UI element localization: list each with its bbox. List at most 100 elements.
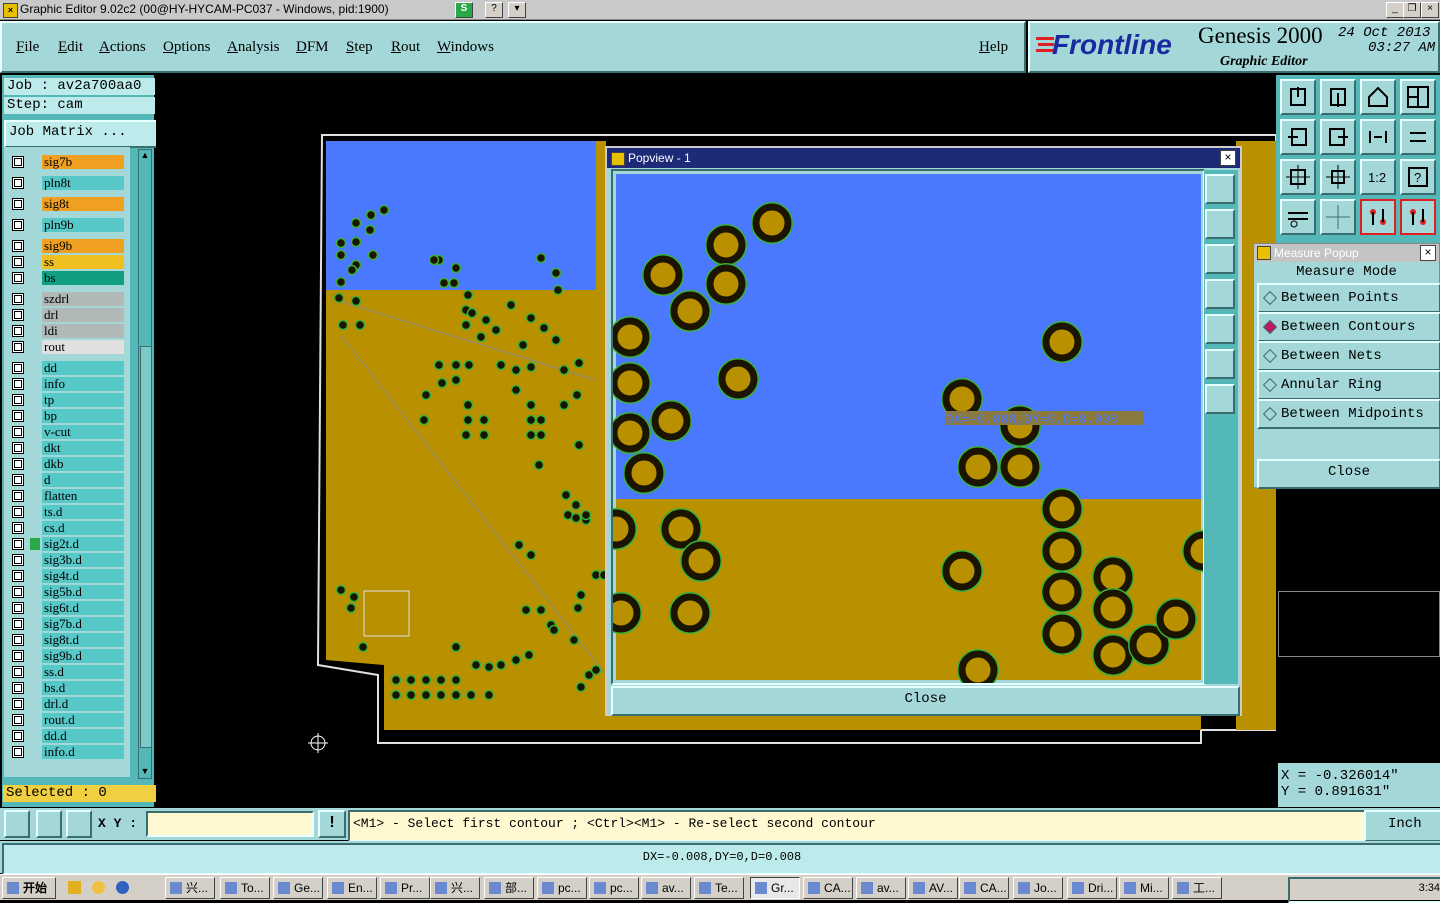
layer-name[interactable]: sig8t	[42, 197, 124, 211]
popview-fit-icon[interactable]	[1205, 349, 1235, 379]
layer-checkbox[interactable]	[12, 682, 24, 694]
layer-checkbox[interactable]	[12, 293, 24, 305]
popview-left-icon[interactable]	[1205, 279, 1235, 309]
layer-checkbox[interactable]	[12, 554, 24, 566]
layer-affected-marker[interactable]	[30, 272, 40, 284]
measure-tool-icon[interactable]	[4, 810, 30, 838]
layer-affected-marker[interactable]	[30, 666, 40, 678]
taskbar-button[interactable]: CA...	[803, 877, 853, 899]
layer-row[interactable]: sig7b	[10, 155, 128, 169]
layer-affected-marker[interactable]	[30, 634, 40, 646]
layer-checkbox[interactable]	[12, 272, 24, 284]
zoom-fit-icon[interactable]	[1280, 159, 1316, 195]
layer-row[interactable]: sig9b	[10, 239, 128, 253]
layer-affected-marker[interactable]	[30, 198, 40, 210]
layer-affected-marker[interactable]	[30, 177, 40, 189]
layer-row[interactable]: drl	[10, 308, 128, 322]
layer-checkbox[interactable]	[12, 602, 24, 614]
zoom-center-icon[interactable]	[1320, 159, 1356, 195]
layer-affected-marker[interactable]	[30, 156, 40, 168]
layer-row[interactable]: ldi	[10, 324, 128, 338]
layer-row[interactable]: dd	[10, 361, 128, 375]
layer-name[interactable]: sig5b.d	[42, 585, 124, 599]
layer-row[interactable]: info	[10, 377, 128, 391]
layer-affected-marker[interactable]	[30, 293, 40, 305]
layer-checkbox[interactable]	[12, 378, 24, 390]
zoom-home-icon[interactable]	[1280, 79, 1316, 115]
close-window-button[interactable]: ×	[1421, 2, 1439, 18]
taskbar-button[interactable]: av...	[856, 877, 906, 899]
layer-name[interactable]: drl	[42, 308, 124, 322]
layer-row[interactable]: sig7b.d	[10, 617, 128, 631]
layer-name[interactable]: pln9b	[42, 218, 124, 232]
layer-checkbox[interactable]	[12, 198, 24, 210]
layer-name[interactable]: dkt	[42, 441, 124, 455]
layer-affected-marker[interactable]	[30, 650, 40, 662]
layer-name[interactable]: sig6t.d	[42, 601, 124, 615]
layer-row[interactable]: sig4t.d	[10, 569, 128, 583]
layer-affected-marker[interactable]	[30, 474, 40, 486]
minimap-panel[interactable]	[1278, 591, 1440, 657]
layer-affected-marker[interactable]	[30, 256, 40, 268]
scrollbar-thumb[interactable]	[140, 346, 152, 748]
layer-checkbox[interactable]	[12, 325, 24, 337]
layer-affected-marker[interactable]	[30, 426, 40, 438]
layer-affected-marker[interactable]	[30, 522, 40, 534]
menu-dfm[interactable]: DFM	[296, 39, 329, 56]
layer-row[interactable]: sig9b.d	[10, 649, 128, 663]
popview-up-icon[interactable]	[1205, 209, 1235, 239]
layer-scrollbar[interactable]: ▲ ▼	[138, 149, 152, 779]
popview-zoom-icon[interactable]	[1205, 174, 1235, 204]
popview-center-icon[interactable]	[1205, 384, 1235, 414]
layer-affected-marker[interactable]	[30, 554, 40, 566]
layer-affected-marker[interactable]	[30, 362, 40, 374]
layer-affected-marker[interactable]	[30, 341, 40, 353]
layer-row[interactable]: cs.d	[10, 521, 128, 535]
help-icon[interactable]: ?	[485, 2, 503, 18]
layer-affected-marker[interactable]	[30, 538, 40, 550]
layer-checkbox[interactable]	[12, 730, 24, 742]
taskbar-button[interactable]: Ge...	[273, 877, 323, 899]
taskbar-button[interactable]: Te...	[694, 877, 744, 899]
layer-row[interactable]: dd.d	[10, 729, 128, 743]
settings-icon[interactable]	[1280, 199, 1316, 235]
pointer-tool-icon[interactable]	[36, 810, 62, 838]
layer-checkbox[interactable]	[12, 240, 24, 252]
layer-checkbox[interactable]	[12, 746, 24, 758]
layer-name[interactable]: tp	[42, 393, 124, 407]
taskbar-button[interactable]: pc...	[537, 877, 587, 899]
layer-row[interactable]: rout	[10, 340, 128, 354]
zoom-down-icon[interactable]	[1320, 79, 1356, 115]
layer-checkbox[interactable]	[12, 177, 24, 189]
layer-name[interactable]: sig9b.d	[42, 649, 124, 663]
taskbar-button[interactable]: To...	[220, 877, 270, 899]
layer-name[interactable]: dd	[42, 361, 124, 375]
layer-checkbox[interactable]	[12, 341, 24, 353]
layer-row[interactable]: ts.d	[10, 505, 128, 519]
layer-name[interactable]: info.d	[42, 745, 124, 759]
layer-row[interactable]: tp	[10, 393, 128, 407]
job-matrix-button[interactable]: Job Matrix ...	[4, 120, 159, 148]
taskbar-button[interactable]: Mi...	[1119, 877, 1169, 899]
layer-row[interactable]: bs.d	[10, 681, 128, 695]
layer-name[interactable]: dkb	[42, 457, 124, 471]
xy-input[interactable]	[146, 811, 314, 837]
layer-checkbox[interactable]	[12, 522, 24, 534]
layer-name[interactable]: bs	[42, 271, 124, 285]
layer-checkbox[interactable]	[12, 442, 24, 454]
info-icon[interactable]: !	[318, 810, 346, 838]
layer-row[interactable]: sig3b.d	[10, 553, 128, 567]
layer-checkbox[interactable]	[12, 156, 24, 168]
layer-name[interactable]: sig9b	[42, 239, 124, 253]
layer-name[interactable]: drl.d	[42, 697, 124, 711]
layer-affected-marker[interactable]	[30, 570, 40, 582]
layer-affected-marker[interactable]	[30, 309, 40, 321]
menu-step[interactable]: Step	[346, 39, 373, 56]
layer-name[interactable]: ss	[42, 255, 124, 269]
taskbar-button[interactable]: AV...	[908, 877, 958, 899]
layer-row[interactable]: sig8t	[10, 197, 128, 211]
layer-affected-marker[interactable]	[30, 506, 40, 518]
layer-name[interactable]: info	[42, 377, 124, 391]
layer-name[interactable]: rout.d	[42, 713, 124, 727]
taskbar-button[interactable]: 兴...	[165, 877, 215, 899]
